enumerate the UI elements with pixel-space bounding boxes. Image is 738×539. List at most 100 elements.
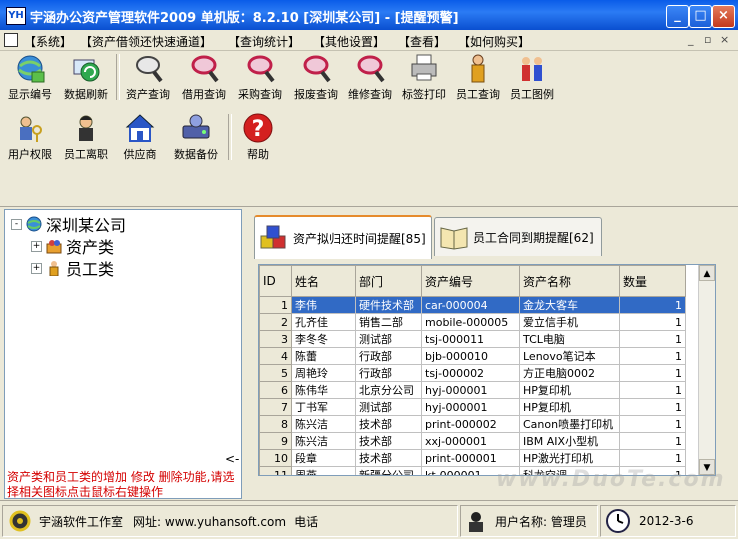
window-title: 宇涵办公资产管理软件2009 单机版：8.2.10 [深圳某公司] - [提醒预…: [30, 11, 459, 26]
refresh-data-button[interactable]: 数据刷新: [58, 52, 114, 102]
col-header-name[interactable]: 姓名: [291, 265, 356, 297]
document-icon[interactable]: [4, 33, 18, 47]
minimize-button[interactable]: _: [666, 5, 689, 28]
help-button[interactable]: ? 帮助: [230, 112, 286, 162]
mdi-minimize-button[interactable]: _: [688, 33, 694, 46]
menu-bar: 【系统】 【资产借领还快速通道】 【查询统计】 【其他设置】 【查看】 【如何购…: [0, 30, 738, 51]
status-user: 用户名称: 管理员: [495, 514, 587, 529]
cell-name: 周燕: [291, 466, 356, 475]
maximize-button[interactable]: □: [689, 5, 712, 28]
employee-leave-button[interactable]: 员工离职: [58, 112, 114, 162]
main-area: - 深圳某公司 + 资产类 + 员工类 <- 资产类和员工类的增加 修改 删除功…: [0, 206, 738, 501]
col-header-asset-code[interactable]: 资产编号: [421, 265, 520, 297]
cell-quantity: 1: [619, 398, 686, 416]
asset-query-button[interactable]: 资产查询: [120, 52, 176, 102]
cell-name: 丁书军: [291, 398, 356, 416]
employee-query-button[interactable]: 员工查询: [450, 52, 506, 102]
table-row[interactable]: 10 段章 技术部 print-000001 HP激光打印机 1: [259, 449, 686, 467]
menu-asset-channel[interactable]: 【资产借领还快速通道】: [80, 33, 212, 50]
employee-icon: [49, 261, 59, 276]
title-bar[interactable]: YH 宇涵办公资产管理软件2009 单机版：8.2.10 [深圳某公司] - […: [0, 0, 738, 30]
table-row[interactable]: 4 陈蕾 行政部 bjb-000010 Lenovo笔记本 1: [259, 347, 686, 365]
col-header-asset-name[interactable]: 资产名称: [519, 265, 620, 297]
table-row[interactable]: 7 丁书军 测试部 hyj-000001 HP复印机 1: [259, 398, 686, 416]
tree-collapse-toggle[interactable]: -: [11, 218, 22, 230]
help-icon: ?: [242, 112, 274, 144]
employee-chart-button[interactable]: 员工图例: [504, 52, 560, 102]
borrow-query-button[interactable]: 借用查询: [176, 52, 232, 102]
tree-node-assets[interactable]: + 资产类: [31, 234, 114, 258]
cell-asset-name: 爱立信手机: [519, 313, 620, 331]
help-label: 帮助: [247, 148, 269, 161]
purchase-query-button[interactable]: 采购查询: [232, 52, 288, 102]
user-permission-button[interactable]: 用户权限: [2, 112, 58, 162]
menu-view[interactable]: 【查看】: [398, 33, 446, 50]
cell-asset-name: 金龙大客车: [519, 296, 620, 314]
table-row[interactable]: 9 陈兴洁 技术部 xxj-000001 IBM AIX小型机 1: [259, 432, 686, 450]
purchase-query-label: 采购查询: [238, 88, 282, 101]
status-company: 宇涵软件工作室: [39, 514, 124, 529]
table-row[interactable]: 6 陈伟华 北京分公司 hyj-000001 HP复印机 1: [259, 381, 686, 399]
repair-query-button[interactable]: 维修查询: [342, 52, 398, 102]
show-id-button[interactable]: 显示编号: [2, 52, 58, 102]
cell-name: 段章: [291, 449, 356, 467]
tree-root[interactable]: - 深圳某公司: [11, 212, 126, 236]
users-key-icon: [14, 112, 46, 144]
menu-query-stats[interactable]: 【查询统计】: [228, 33, 300, 50]
tab-contract-expire[interactable]: 员工合同到期提醒[62]: [434, 217, 602, 256]
watermark: www.DuoTe.com: [496, 467, 726, 492]
col-header-department[interactable]: 部门: [355, 265, 422, 297]
reminder-grid[interactable]: ID 姓名 部门 资产编号 资产名称 数量 1 李伟 硬件技术部 car-000004…: [258, 264, 716, 476]
table-row[interactable]: 8 陈兴洁 技术部 print-000002 Canon喷墨打印机 1: [259, 415, 686, 433]
label-print-button[interactable]: 标签打印: [396, 52, 452, 102]
cell-asset-code: tsj-000011: [421, 330, 520, 348]
employee-leave-label: 员工离职: [64, 148, 108, 161]
menu-how-to-buy[interactable]: 【如何购买】: [458, 33, 530, 50]
data-backup-button[interactable]: 数据备份: [168, 112, 224, 162]
reminder-panel: 资产拟归还时间提醒[85] 员工合同到期提醒[62] ID 姓名 部门 资产编号…: [246, 209, 734, 497]
table-row[interactable]: 5 周艳玲 行政部 tsj-000002 方正电脑0002 1: [259, 364, 686, 382]
scrap-query-label: 报废查询: [294, 88, 338, 101]
vertical-scrollbar[interactable]: ▲ ▼: [698, 265, 715, 475]
cell-name: 李伟: [291, 296, 356, 314]
col-header-quantity[interactable]: 数量: [619, 265, 686, 297]
cell-asset-code: print-000001: [421, 449, 520, 467]
magnifier-red-icon: [244, 52, 276, 84]
scroll-up-button[interactable]: ▲: [699, 265, 715, 281]
cell-asset-name: TCL电脑: [519, 330, 620, 348]
cell-id: 10: [259, 449, 292, 467]
mdi-restore-button[interactable]: ▫: [704, 33, 711, 46]
globe-display-icon: [14, 52, 46, 84]
magnifier-red-icon: [354, 52, 386, 84]
tree-expand-toggle[interactable]: +: [31, 262, 42, 274]
app-window: YH 宇涵办公资产管理软件2009 单机版：8.2.10 [深圳某公司] - […: [0, 0, 738, 539]
tab-asset-return[interactable]: 资产拟归还时间提醒[85]: [254, 215, 432, 259]
status-bar: 宇涵软件工作室 网址: www.yuhansoft.com 电话 用户名称: 管…: [0, 500, 738, 539]
open-book-icon: [439, 223, 469, 251]
tree-expand-toggle[interactable]: +: [31, 240, 42, 252]
magnifier-icon: [132, 52, 164, 84]
tab-asset-return-label: 资产拟归还时间提醒[85]: [293, 231, 426, 246]
table-row[interactable]: 1 李伟 硬件技术部 car-000004 金龙大客车 1: [259, 296, 686, 314]
col-header-id[interactable]: ID: [259, 265, 292, 297]
cell-department: 北京分公司: [355, 381, 422, 399]
supplier-button[interactable]: 供应商: [112, 112, 168, 162]
printer-icon: [408, 52, 440, 84]
cell-name: 陈伟华: [291, 381, 356, 399]
scrap-query-button[interactable]: 报废查询: [288, 52, 344, 102]
cell-quantity: 1: [619, 313, 686, 331]
refresh-data-label: 数据刷新: [64, 88, 108, 101]
tree-node-employees[interactable]: + 员工类: [31, 256, 114, 280]
menu-other-settings[interactable]: 【其他设置】: [313, 33, 385, 50]
gear-icon: [9, 510, 31, 532]
cell-asset-code: car-000004: [421, 296, 520, 314]
table-row[interactable]: 3 李冬冬 测试部 tsj-000011 TCL电脑 1: [259, 330, 686, 348]
category-tree[interactable]: - 深圳某公司 + 资产类 + 员工类 <- 资产类和员工类的增加 修改 删除功…: [4, 209, 242, 499]
help-glyph: ?: [252, 117, 265, 142]
mdi-close-button[interactable]: ×: [720, 33, 729, 46]
close-button[interactable]: ×: [712, 5, 735, 28]
menu-system[interactable]: 【系统】: [24, 33, 72, 50]
collapse-panel-button[interactable]: <-: [225, 452, 239, 466]
table-row[interactable]: 2 孔齐佳 销售二部 mobile-000005 爱立信手机 1: [259, 313, 686, 331]
cell-asset-name: 方正电脑0002: [519, 364, 620, 382]
